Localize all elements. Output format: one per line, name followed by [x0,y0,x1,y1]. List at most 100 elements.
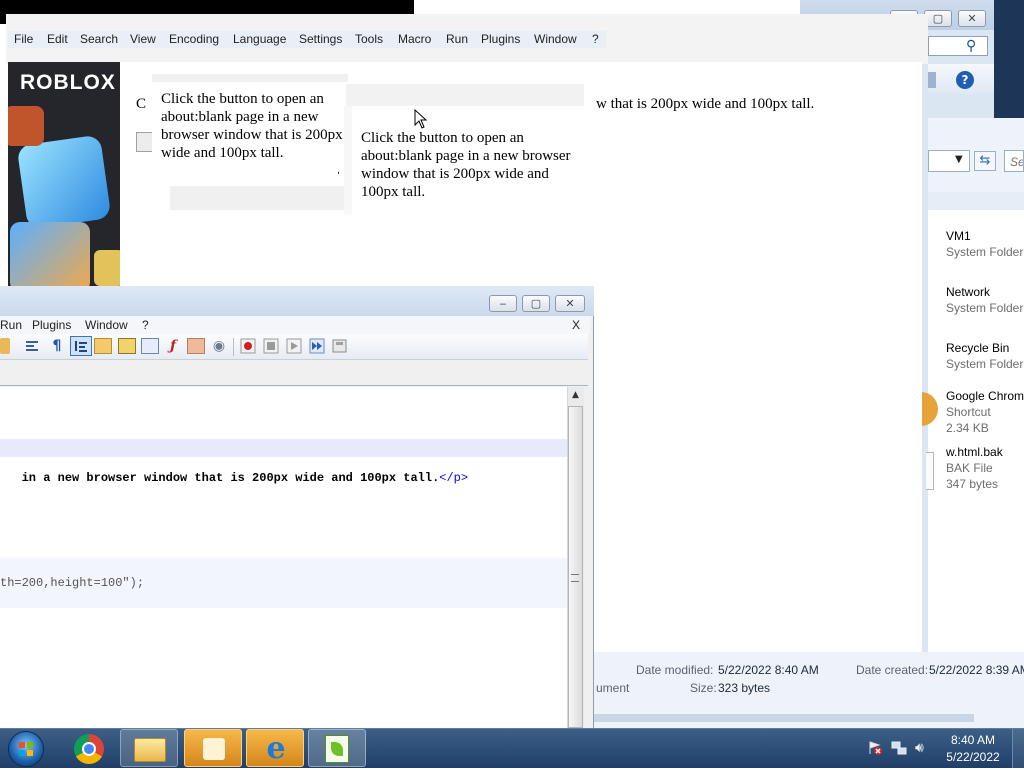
lock-icon[interactable] [0,338,10,354]
file-type: BAK File [946,461,993,475]
volume-icon[interactable]: 🔊︎ [915,740,931,756]
file-explorer-taskbar-button[interactable] [120,729,178,767]
explorer-filter-dropdown[interactable] [928,150,970,172]
chrome-icon [74,734,104,764]
menu-view[interactable]: View [130,31,156,47]
explorer-maximize-button[interactable]: ▢ [924,10,952,27]
menu-language[interactable]: Language [233,31,286,47]
list-item[interactable]: w.html.bak BAK File 347 bytes [932,444,1024,496]
popup-window-1: Click the button to open an about:blank … [152,74,348,186]
record-macro-icon[interactable] [240,338,258,354]
stop-macro-icon[interactable] [263,338,281,354]
menu-run[interactable]: Run [446,31,468,47]
start-orb-icon[interactable] [8,731,44,767]
explorer-search-icon[interactable]: ⚲ [966,38,976,54]
folder-workspace-icon[interactable] [94,338,112,354]
popup-1-text: Click the button to open an about:blank … [161,91,343,161]
document-map-icon[interactable] [141,338,159,354]
function-list-icon[interactable] [118,338,136,354]
notepadpp-taskbar-button[interactable] [308,729,366,767]
details-modified-label: Date modified: [636,663,714,677]
menu-search[interactable]: Search [80,31,118,47]
chevron-down-icon[interactable]: ▼ [955,154,963,165]
file-name: Google Chrom [946,389,1024,403]
pilcrow-icon[interactable]: ¶ [48,338,66,354]
word-wrap-icon[interactable] [24,338,42,354]
show-desktop-button[interactable] [1012,729,1024,768]
action-center-icon[interactable] [867,740,883,756]
folder-icon[interactable] [187,338,205,354]
file-name: VM1 [946,229,971,243]
roblox-tile [10,222,90,286]
file-size: 347 bytes [946,477,999,491]
explorer-column-strip [928,192,1024,210]
minimize-button[interactable]: ‒ [489,295,517,312]
notepadpp-icon [325,735,349,763]
explorer-addressbar[interactable] [928,36,988,56]
indent-guide-icon[interactable] [70,336,92,356]
clock-time[interactable]: 8:40 AM [940,733,1006,747]
scrollbar-thumb[interactable] [568,406,583,728]
internet-explorer-icon: e [266,731,286,766]
scroll-up-arrow[interactable]: ▲ [568,390,583,404]
media-player-icon [203,738,225,760]
explorer-search-input[interactable]: Se [1004,150,1024,172]
notepadpp-tabbar [0,360,588,386]
list-item[interactable]: Network System Folder [932,284,1024,324]
details-created-label: Date created: [856,663,929,677]
list-item[interactable]: Recycle Bin System Folder [932,340,1024,380]
refresh-icon[interactable]: ⇆ [974,151,996,171]
chrome-taskbar-button[interactable] [60,729,118,767]
internet-explorer-taskbar-button[interactable]: e [246,729,304,767]
roblox-tile [94,250,120,286]
maximize-button[interactable]: ▢ [522,295,550,312]
details-type-fragment: ument [596,681,630,695]
media-player-taskbar-button[interactable] [184,729,242,767]
menu-window[interactable]: Window [534,31,577,47]
menu-macro[interactable]: Macro [398,31,431,47]
roblox-ad[interactable]: ROBLOX [8,62,120,286]
file-type: System Folder [946,301,1024,315]
file-type: System Folder [946,357,1024,371]
network-icon[interactable] [891,740,907,756]
menu-plugins[interactable]: Plugins [481,31,520,47]
popup-window-2-titlebar [346,84,584,106]
file-size: 2.34 KB [946,421,989,435]
code-line: in a new browser window that is 200px wi… [0,457,469,485]
roblox-tile [16,134,112,230]
menu-file[interactable]: File [14,31,33,47]
details-modified-value: 5/22/2022 8:40 AM [718,663,819,677]
save-macro-icon[interactable] [332,338,350,354]
menu-edit[interactable]: Edit [47,31,68,47]
menu-tools[interactable]: Tools [355,31,383,47]
help-icon[interactable]: ? [956,71,974,89]
monitor-eye-icon[interactable]: ◉ [210,338,228,354]
function-icon[interactable]: ƒ [164,338,182,354]
play-macro-icon[interactable] [286,338,304,354]
notepadpp-icon-leaf [331,742,343,756]
browser-text-fragment-right: w that is 200px wide and 100px tall. [596,96,815,112]
list-item[interactable]: Google Chrom Shortcut 2.34 KB [932,388,1024,440]
list-item[interactable]: VM1 System Folder [932,228,1024,268]
details-size-label: Size: [690,681,717,695]
menu-window[interactable]: Window [85,317,128,333]
clock-date[interactable]: 5/22/2022 [940,750,1006,764]
menu-settings[interactable]: Settings [299,31,342,47]
explorer-close-button[interactable]: ✕ [958,10,986,27]
run-macro-multiple-icon[interactable] [309,338,327,354]
mouse-cursor-icon [414,108,428,133]
menu-help[interactable]: ? [142,317,149,333]
roblox-logo: ROBLOX [20,71,116,94]
close-document-button[interactable]: X [572,317,580,333]
menu-run[interactable]: Run [0,317,22,333]
file-type: System Folder [946,245,1024,259]
menu-help[interactable]: ? [592,31,599,47]
close-button[interactable]: ✕ [555,295,585,312]
popup-text-fragment: ˈ [336,170,341,187]
explorer-view-icon[interactable] [928,72,936,88]
menu-encoding[interactable]: Encoding [169,31,219,47]
file-name: Network [946,285,991,299]
code-line: th=200,height=100"); [0,576,145,590]
popup-fragment-char: ˈ [336,170,341,186]
menu-plugins[interactable]: Plugins [32,317,71,333]
